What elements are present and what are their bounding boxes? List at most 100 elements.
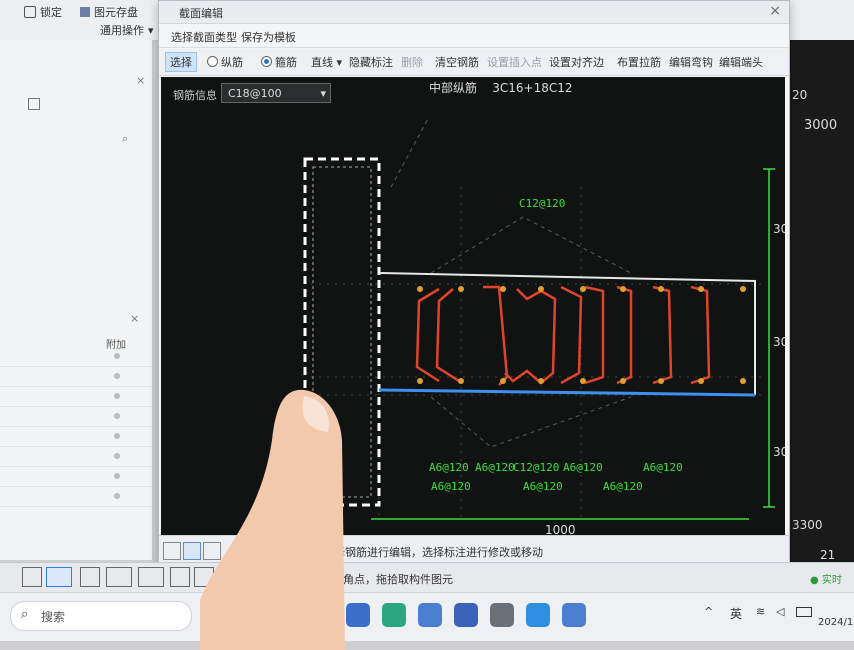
realtime-indicator: ● 实时 <box>810 575 842 586</box>
fill-icon[interactable] <box>170 567 190 587</box>
app-icon[interactable] <box>526 603 550 627</box>
chevron-down-icon: ▾ <box>336 56 343 69</box>
tie-annotation: A6@120 <box>523 480 563 493</box>
right-canvas-strip: 20 3000 3300 21 <box>790 40 854 562</box>
radio-dot[interactable] <box>114 433 120 439</box>
right-number: 21 <box>820 548 836 562</box>
realtime-label: 实时 <box>821 575 842 586</box>
common-ops-button[interactable]: 通用操作 ▾ <box>100 22 154 38</box>
app-bottom-bar: 击一个角点，拖拾取构件图元 ● 实时 <box>0 562 854 593</box>
radio-dot[interactable] <box>114 493 120 499</box>
tie-annotation: A6@120 <box>563 461 603 474</box>
delete-button[interactable]: 删除 <box>401 54 423 70</box>
line-dropdown[interactable]: 直线 ▾ <box>311 54 342 70</box>
ortho-icon[interactable] <box>163 542 181 560</box>
radio-dot[interactable] <box>114 413 120 419</box>
set-alignment-button[interactable]: 设置对齐边 <box>549 54 604 70</box>
lock-button[interactable]: 锁定 <box>24 4 62 20</box>
snap-icon[interactable] <box>22 567 42 587</box>
settings-icon[interactable] <box>490 603 514 627</box>
stirrup-annotation: C12@120 <box>519 197 566 210</box>
dimension-value: 1000 <box>545 523 576 535</box>
right-number: 20 <box>792 88 808 102</box>
left-panel: ⌕ × × 附加 <box>0 40 153 560</box>
select-section-type-menu[interactable]: 选择截面类型 <box>171 29 237 45</box>
app-icon[interactable] <box>418 603 442 627</box>
battery-icon[interactable] <box>796 607 812 617</box>
list-item[interactable] <box>0 486 152 507</box>
list-item[interactable] <box>0 346 152 367</box>
tie-annotation: A6@120 <box>643 461 683 474</box>
finger-overlay <box>200 389 345 650</box>
stirrup-radio[interactable]: 箍筋 <box>261 54 297 70</box>
layout-tie-button[interactable]: 布置拉筋 <box>617 54 661 70</box>
dialog-menu: 选择截面类型 保存为模板 <box>159 23 789 48</box>
dialog-toolbar: 选择 纵筋 箍筋 直线 ▾ 隐藏标注 删除 清空钢筋 设置插入点 设置对齐边 布… <box>159 49 789 76</box>
clock-date: 2024/12 <box>818 617 854 628</box>
search-icon: ⌕ <box>21 607 29 622</box>
edit-hook-button[interactable]: 编辑弯钩 <box>669 54 713 70</box>
radio-dot[interactable] <box>114 353 120 359</box>
radio-dot[interactable] <box>114 473 120 479</box>
save-template-menu[interactable]: 保存为模板 <box>241 29 296 45</box>
right-number: 3300 <box>792 518 823 532</box>
close-icon[interactable]: × <box>136 74 145 87</box>
tie-annotation: C12@120 <box>513 461 560 474</box>
radio-dot[interactable] <box>114 393 120 399</box>
disk-icon <box>80 7 90 17</box>
lock-label: 锁定 <box>40 6 62 19</box>
set-insert-point-button[interactable]: 设置插入点 <box>487 54 542 70</box>
ime-indicator[interactable]: 英 <box>730 605 742 622</box>
close-icon[interactable]: × <box>130 312 139 325</box>
list-item[interactable] <box>0 426 152 447</box>
offset-icon[interactable] <box>138 567 164 587</box>
search-icon[interactable]: ⌕ <box>122 132 128 146</box>
volume-icon[interactable]: ◁ <box>776 605 784 618</box>
radio-dot[interactable] <box>114 453 120 459</box>
list-item[interactable] <box>0 406 152 427</box>
hide-label-button[interactable]: 隐藏标注 <box>349 54 393 70</box>
save-unit-label: 图元存盘 <box>94 6 138 19</box>
grid-icon[interactable] <box>28 98 40 110</box>
angle-icon[interactable] <box>106 567 132 587</box>
clear-rebar-button[interactable]: 清空钢筋 <box>435 54 479 70</box>
chevron-down-icon: ▾ <box>148 23 154 37</box>
dimension-value: 30 <box>773 335 785 349</box>
dialog-title-bar: 截面编辑 × <box>159 1 789 24</box>
dimension-value: 30 <box>773 445 785 459</box>
chevron-up-icon[interactable]: ^ <box>704 605 713 618</box>
line-mode-icon[interactable] <box>183 542 201 560</box>
app-icon[interactable] <box>562 603 586 627</box>
radio-icon <box>207 56 218 67</box>
right-number: 3000 <box>804 118 838 133</box>
list-item[interactable] <box>0 366 152 387</box>
guide-lines <box>390 116 632 448</box>
dimension-value: 30 <box>773 222 785 236</box>
search-placeholder: 搜索 <box>41 610 66 624</box>
edit-end-button[interactable]: 编辑端头 <box>719 54 763 70</box>
line-label: 直线 <box>311 56 333 69</box>
app-icon[interactable] <box>454 603 478 627</box>
list-item[interactable] <box>0 386 152 407</box>
radio-dot[interactable] <box>114 373 120 379</box>
rectangle-select-icon[interactable] <box>46 567 72 587</box>
longitudinal-radio[interactable]: 纵筋 <box>207 54 243 70</box>
dialog-title: 截面编辑 <box>179 7 223 20</box>
taskbar-search[interactable]: ⌕ 搜索 <box>10 601 192 631</box>
wifi-icon[interactable]: ≋ <box>756 605 765 618</box>
select-tool-button[interactable]: 选择 <box>165 52 197 72</box>
tie-annotation: A6@120 <box>429 461 469 474</box>
longitudinal-label: 纵筋 <box>221 56 243 69</box>
close-button[interactable]: × <box>769 3 781 19</box>
tie-annotation: A6@120 <box>603 480 643 493</box>
stirrup-label: 箍筋 <box>275 56 297 69</box>
save-unit-button[interactable]: 图元存盘 <box>80 4 138 20</box>
status-text: 选择钢筋进行编辑，选择标注进行修改或移动 <box>323 546 543 559</box>
tie-annotation: A6@120 <box>475 461 515 474</box>
cross-icon[interactable] <box>80 567 100 587</box>
list-item[interactable] <box>0 466 152 487</box>
wall-bottom-edge <box>378 388 756 397</box>
radio-icon <box>261 56 272 67</box>
list-item[interactable] <box>0 446 152 467</box>
app-icon[interactable] <box>382 603 406 627</box>
